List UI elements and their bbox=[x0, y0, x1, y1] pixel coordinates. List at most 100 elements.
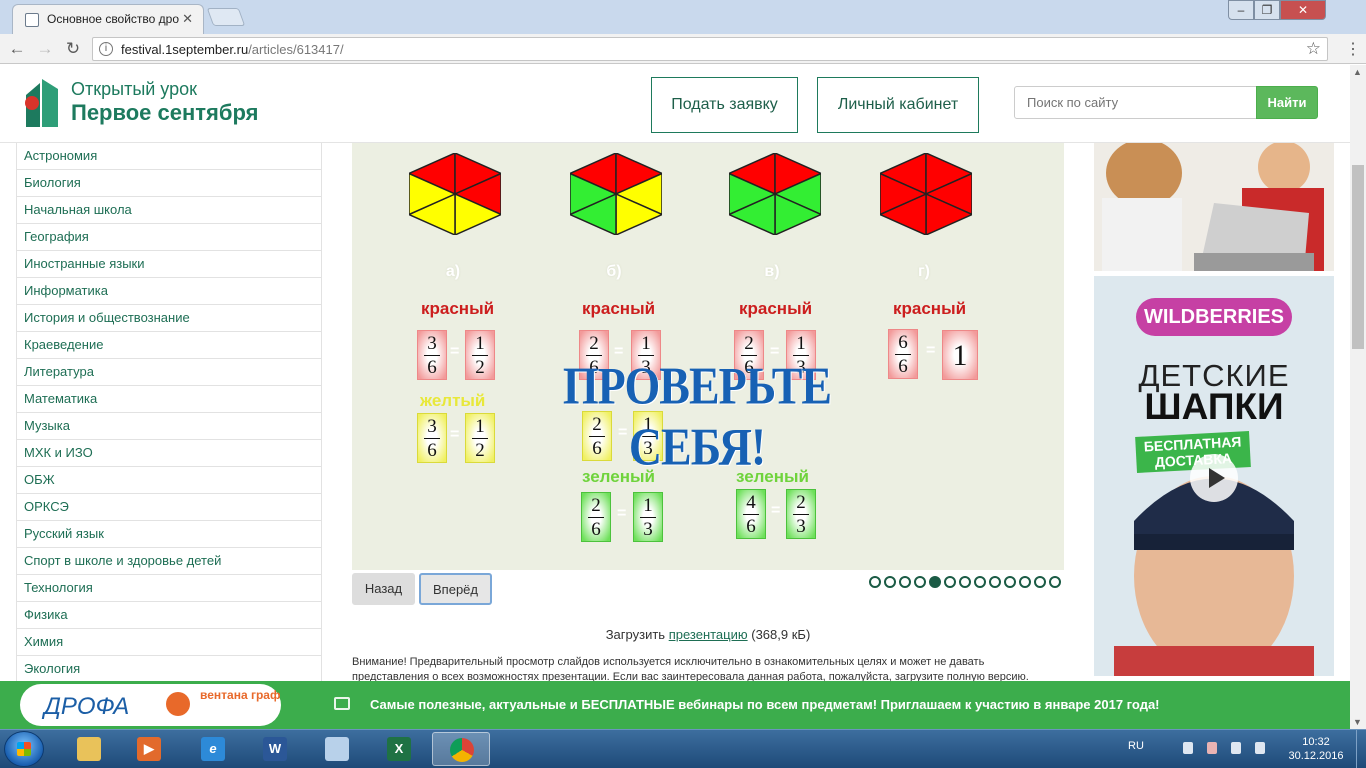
sidebar-item-primary-school[interactable]: Начальная школа bbox=[16, 197, 322, 224]
ad-photo-image bbox=[1094, 143, 1334, 271]
logo-line1: Открытый урок bbox=[71, 79, 197, 99]
flag-icon[interactable] bbox=[1255, 742, 1265, 754]
previous-slide-button[interactable]: Назад bbox=[352, 573, 415, 605]
sidebar-item-physics[interactable]: Физика bbox=[16, 602, 322, 629]
search-input[interactable] bbox=[1014, 86, 1257, 119]
url-host: festival.1september.ru bbox=[121, 42, 249, 57]
sidebar-item-informatics[interactable]: Информатика bbox=[16, 278, 322, 305]
windows-taskbar: ▶ e W X RU 10:32 30.12.2016 bbox=[0, 729, 1366, 768]
slide-dot[interactable] bbox=[869, 576, 881, 588]
slide-dot[interactable] bbox=[989, 576, 1001, 588]
sidebar-item-ecology[interactable]: Экология bbox=[16, 656, 322, 681]
slide-dot[interactable] bbox=[1004, 576, 1016, 588]
sidebar-item-orkse[interactable]: ОРКСЭ bbox=[16, 494, 322, 521]
hexagon-d bbox=[880, 153, 972, 235]
reload-icon[interactable]: ↻ bbox=[62, 38, 84, 60]
browser-menu-icon[interactable]: ⋮ bbox=[1345, 39, 1361, 59]
sidebar-item-astronomy[interactable]: Астрономия bbox=[16, 143, 322, 170]
site-header: Открытый урок Первое сентября Подать зая… bbox=[0, 65, 1350, 143]
slide-dot[interactable] bbox=[974, 576, 986, 588]
address-bar[interactable]: i festival.1september.ru/articles/613417… bbox=[92, 37, 1328, 61]
ad-wildberries-banner[interactable]: WILDBERRIES ДЕТСКИЕ ШАПКИ БЕСПЛАТНАЯ ДОС… bbox=[1094, 276, 1334, 676]
sidebar-item-local-history[interactable]: Краеведение bbox=[16, 332, 322, 359]
start-button[interactable] bbox=[4, 731, 44, 767]
page-scrollbar[interactable]: ▲ ▼ bbox=[1350, 65, 1366, 729]
next-slide-button[interactable]: Вперёд bbox=[419, 573, 492, 605]
sidebar-item-math[interactable]: Математика bbox=[16, 386, 322, 413]
slide-dot[interactable] bbox=[914, 576, 926, 588]
word-taskbar-button[interactable]: W bbox=[246, 732, 304, 766]
sidebar-item-sport[interactable]: Спорт в школе и здоровье детей bbox=[16, 548, 322, 575]
sidebar-item-literature[interactable]: Литература bbox=[16, 359, 322, 386]
minimize-button[interactable]: – bbox=[1228, 0, 1254, 20]
media-taskbar-button[interactable]: ▶ bbox=[120, 732, 178, 766]
sidebar-item-russian[interactable]: Русский язык bbox=[16, 521, 322, 548]
chrome-taskbar-button[interactable] bbox=[432, 732, 490, 766]
sidebar-item-foreign-languages[interactable]: Иностранные языки bbox=[16, 251, 322, 278]
forward-arrow-icon[interactable]: → bbox=[34, 38, 56, 60]
back-arrow-icon[interactable]: ← bbox=[6, 38, 28, 60]
paint-taskbar-button[interactable] bbox=[308, 732, 366, 766]
bookmark-star-icon[interactable]: ☆ bbox=[1306, 39, 1321, 59]
info-icon[interactable]: i bbox=[99, 42, 113, 56]
play-icon[interactable] bbox=[1190, 454, 1238, 502]
slide-dot[interactable] bbox=[1034, 576, 1046, 588]
scroll-down-icon[interactable]: ▼ bbox=[1353, 717, 1362, 727]
sidebar-item-art[interactable]: МХК и ИЗО bbox=[16, 440, 322, 467]
ie-taskbar-button[interactable]: e bbox=[184, 732, 242, 766]
show-desktop-button[interactable] bbox=[1356, 730, 1366, 768]
sidebar-item-obzh[interactable]: ОБЖ bbox=[16, 467, 322, 494]
new-tab-button[interactable] bbox=[206, 8, 246, 26]
maximize-button[interactable]: ❐ bbox=[1254, 0, 1280, 20]
chrome-icon bbox=[450, 738, 474, 762]
download-presentation-link[interactable]: презентацию bbox=[669, 627, 748, 642]
scrollbar-thumb[interactable] bbox=[1352, 165, 1364, 349]
fraction-c-green-right: 23 bbox=[786, 489, 816, 539]
excel-taskbar-button[interactable]: X bbox=[370, 732, 428, 766]
clock[interactable]: 10:32 30.12.2016 bbox=[1286, 735, 1346, 763]
promo-text[interactable]: Самые полезные, актуальные и БЕСПЛАТНЫЕ … bbox=[370, 697, 1160, 712]
sidebar-item-chemistry[interactable]: Химия bbox=[16, 629, 322, 656]
ad-photo-banner[interactable] bbox=[1094, 143, 1334, 271]
equals-sign: = bbox=[450, 343, 460, 360]
equals-sign: = bbox=[617, 505, 627, 522]
word-red-d: красный bbox=[893, 299, 967, 318]
cabinet-button[interactable]: Личный кабинет bbox=[817, 77, 979, 133]
check-yourself-title: ПРОВЕРЬТЕ СЕБЯ! bbox=[562, 356, 832, 476]
sidebar-item-biology[interactable]: Биология bbox=[16, 170, 322, 197]
sidebar-item-music[interactable]: Музыка bbox=[16, 413, 322, 440]
folder-icon bbox=[77, 737, 101, 761]
slide-dot[interactable] bbox=[899, 576, 911, 588]
slide-dot[interactable] bbox=[959, 576, 971, 588]
hexagon-c bbox=[729, 153, 821, 235]
slide-dot[interactable] bbox=[1049, 576, 1061, 588]
scroll-up-icon[interactable]: ▲ bbox=[1353, 67, 1362, 77]
hexagon-d-label: г) bbox=[918, 263, 930, 280]
volume-icon[interactable] bbox=[1183, 742, 1193, 754]
clock-time: 10:32 bbox=[1302, 736, 1330, 748]
search-button[interactable]: Найти bbox=[1256, 86, 1318, 119]
sidebar-item-history[interactable]: История и обществознание bbox=[16, 305, 322, 332]
url-text: festival.1september.ru/articles/613417/ bbox=[121, 42, 344, 57]
slide-dot[interactable] bbox=[929, 576, 941, 588]
power-icon[interactable] bbox=[1231, 742, 1241, 754]
fraction-a-yellow-left: 36 bbox=[417, 413, 447, 463]
site-logo-icon[interactable] bbox=[20, 75, 64, 129]
network-icon[interactable] bbox=[1207, 742, 1217, 754]
language-indicator[interactable]: RU bbox=[1128, 740, 1144, 752]
url-path: /articles/613417/ bbox=[248, 42, 344, 57]
hexagon-a bbox=[409, 153, 501, 235]
slide-dot[interactable] bbox=[884, 576, 896, 588]
close-tab-icon[interactable]: ✕ bbox=[182, 11, 193, 27]
browser-tab[interactable]: Основное свойство дро ✕ bbox=[12, 4, 204, 34]
close-window-button[interactable]: ✕ bbox=[1280, 0, 1326, 20]
ad-headline-2: ШАПКИ bbox=[1144, 386, 1284, 427]
explorer-taskbar-button[interactable] bbox=[60, 732, 118, 766]
slide-dot[interactable] bbox=[944, 576, 956, 588]
sidebar-item-technology[interactable]: Технология bbox=[16, 575, 322, 602]
apply-button[interactable]: Подать заявку bbox=[651, 77, 798, 133]
sidebar-item-geography[interactable]: География bbox=[16, 224, 322, 251]
promo-bar[interactable]: ДРОФА вентана граф Самые полезные, актуа… bbox=[0, 681, 1350, 729]
slide-dot[interactable] bbox=[1019, 576, 1031, 588]
fraction-a-red-right: 12 bbox=[465, 330, 495, 380]
